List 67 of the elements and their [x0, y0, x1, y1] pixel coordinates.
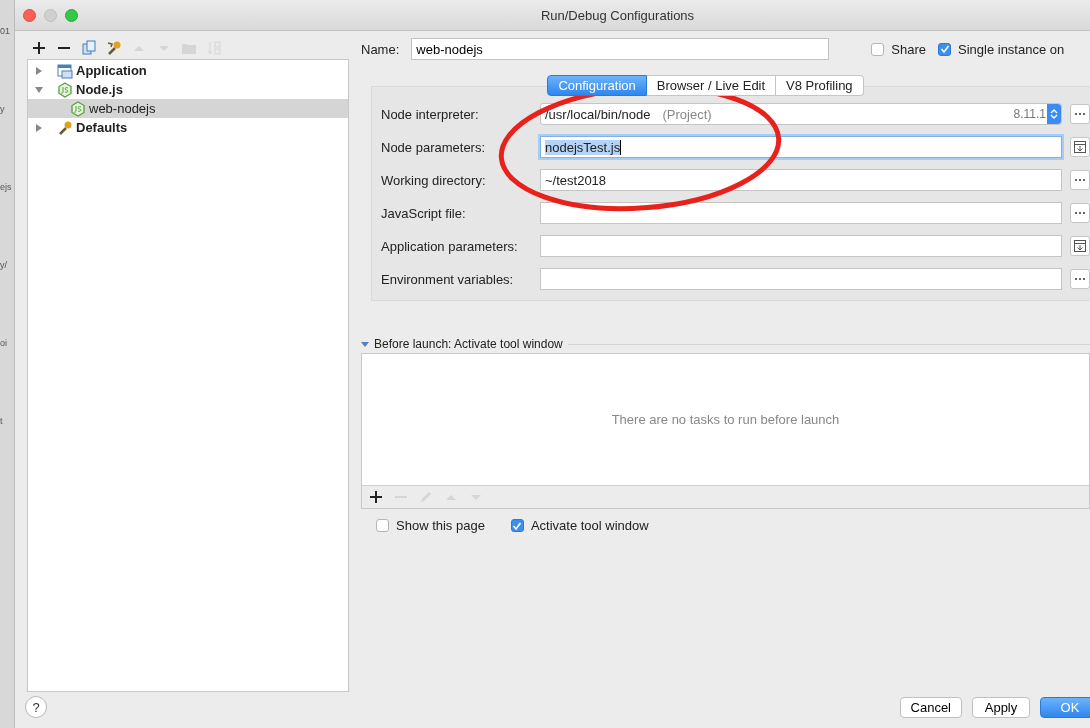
empty-message: There are no tasks to run before launch [611, 412, 840, 427]
tree-item[interactable]: Node.js [28, 80, 348, 99]
text-fragment: y/ [0, 260, 8, 272]
checkbox-box[interactable] [871, 42, 885, 56]
checkbox[interactable]: Share [871, 41, 926, 57]
tree-item[interactable]: Application [28, 61, 348, 80]
browse-button[interactable] [1070, 269, 1090, 289]
hexagon-icon [57, 81, 73, 98]
text-fragment: 01 [0, 26, 11, 38]
text-fragment: y [0, 104, 6, 116]
collapsed-arrow-icon[interactable] [34, 122, 44, 133]
browse-button[interactable] [1070, 104, 1090, 124]
expanded-arrow-icon[interactable] [361, 340, 369, 348]
field-label: Node parameters: [381, 139, 487, 155]
window-icon [57, 62, 73, 79]
browse-button[interactable] [1070, 203, 1090, 223]
section-title: Before launch: Activate tool window [374, 337, 563, 351]
expand-button[interactable] [1070, 236, 1090, 256]
checkbox[interactable]: Single instance on [938, 41, 1065, 57]
text-field[interactable] [540, 268, 1062, 290]
expanded-arrow-icon[interactable] [34, 84, 44, 95]
ellipsis-icon [1074, 211, 1086, 215]
checkbox[interactable]: Show this page [376, 518, 485, 533]
stepper-arrows-icon[interactable] [1050, 108, 1058, 120]
wrench-icon [57, 119, 73, 136]
text-fragment: t [0, 416, 4, 428]
add-icon[interactable] [31, 40, 47, 56]
collapsed-arrow-icon[interactable] [34, 65, 44, 76]
hexagon-icon [70, 100, 86, 117]
expand-button[interactable] [1070, 137, 1090, 157]
browse-button[interactable] [1070, 170, 1090, 190]
wrench-icon[interactable] [106, 40, 122, 56]
close-button[interactable] [23, 9, 36, 22]
text-field[interactable] [540, 235, 1062, 257]
ellipsis-icon [1074, 112, 1086, 116]
dialog-button[interactable]: Cancel [899, 696, 962, 718]
expand-icon [1074, 240, 1086, 252]
help-button[interactable]: ? [25, 696, 47, 718]
dialog-button[interactable]: Apply [972, 696, 1030, 718]
field-label: Working directory: [381, 172, 487, 188]
checkbox-box[interactable] [938, 42, 951, 56]
field-label: Environment variables: [381, 271, 515, 287]
checkbox-box[interactable] [510, 519, 524, 532]
checkbox[interactable]: Activate tool window [510, 518, 649, 533]
zoom-button[interactable] [65, 9, 78, 22]
tab[interactable]: Browser / Live Edit [646, 75, 777, 96]
field-label: Application parameters: [381, 238, 519, 254]
text-field[interactable]: ~/test2018 [540, 169, 1062, 191]
ellipsis-icon [1074, 178, 1086, 182]
interpreter-dropdown[interactable]: /usr/local/bin/node (Project) 8.11.1 [540, 103, 1062, 125]
expand-icon [1074, 141, 1086, 153]
tree-item[interactable]: Defaults [28, 118, 348, 137]
add-icon[interactable] [368, 489, 384, 505]
copy-icon[interactable] [81, 40, 97, 56]
text-field[interactable]: nodejsTest.js [540, 136, 1062, 158]
field-label: Node interpreter: [381, 106, 480, 122]
text-fragment: oi [0, 338, 8, 350]
field-label: JavaScript file: [381, 205, 467, 221]
checkbox-box[interactable] [376, 519, 389, 532]
window-title: Run/Debug Configurations [540, 7, 695, 23]
name-field[interactable]: web-nodejs [411, 38, 830, 60]
name-label: Name: [361, 41, 400, 57]
tree-item[interactable]: web-nodejs [28, 99, 348, 118]
ellipsis-icon [1074, 277, 1086, 281]
text-fragment: ejs [0, 182, 13, 194]
text-field[interactable] [540, 202, 1062, 224]
tab[interactable]: V8 Profiling [776, 75, 864, 96]
